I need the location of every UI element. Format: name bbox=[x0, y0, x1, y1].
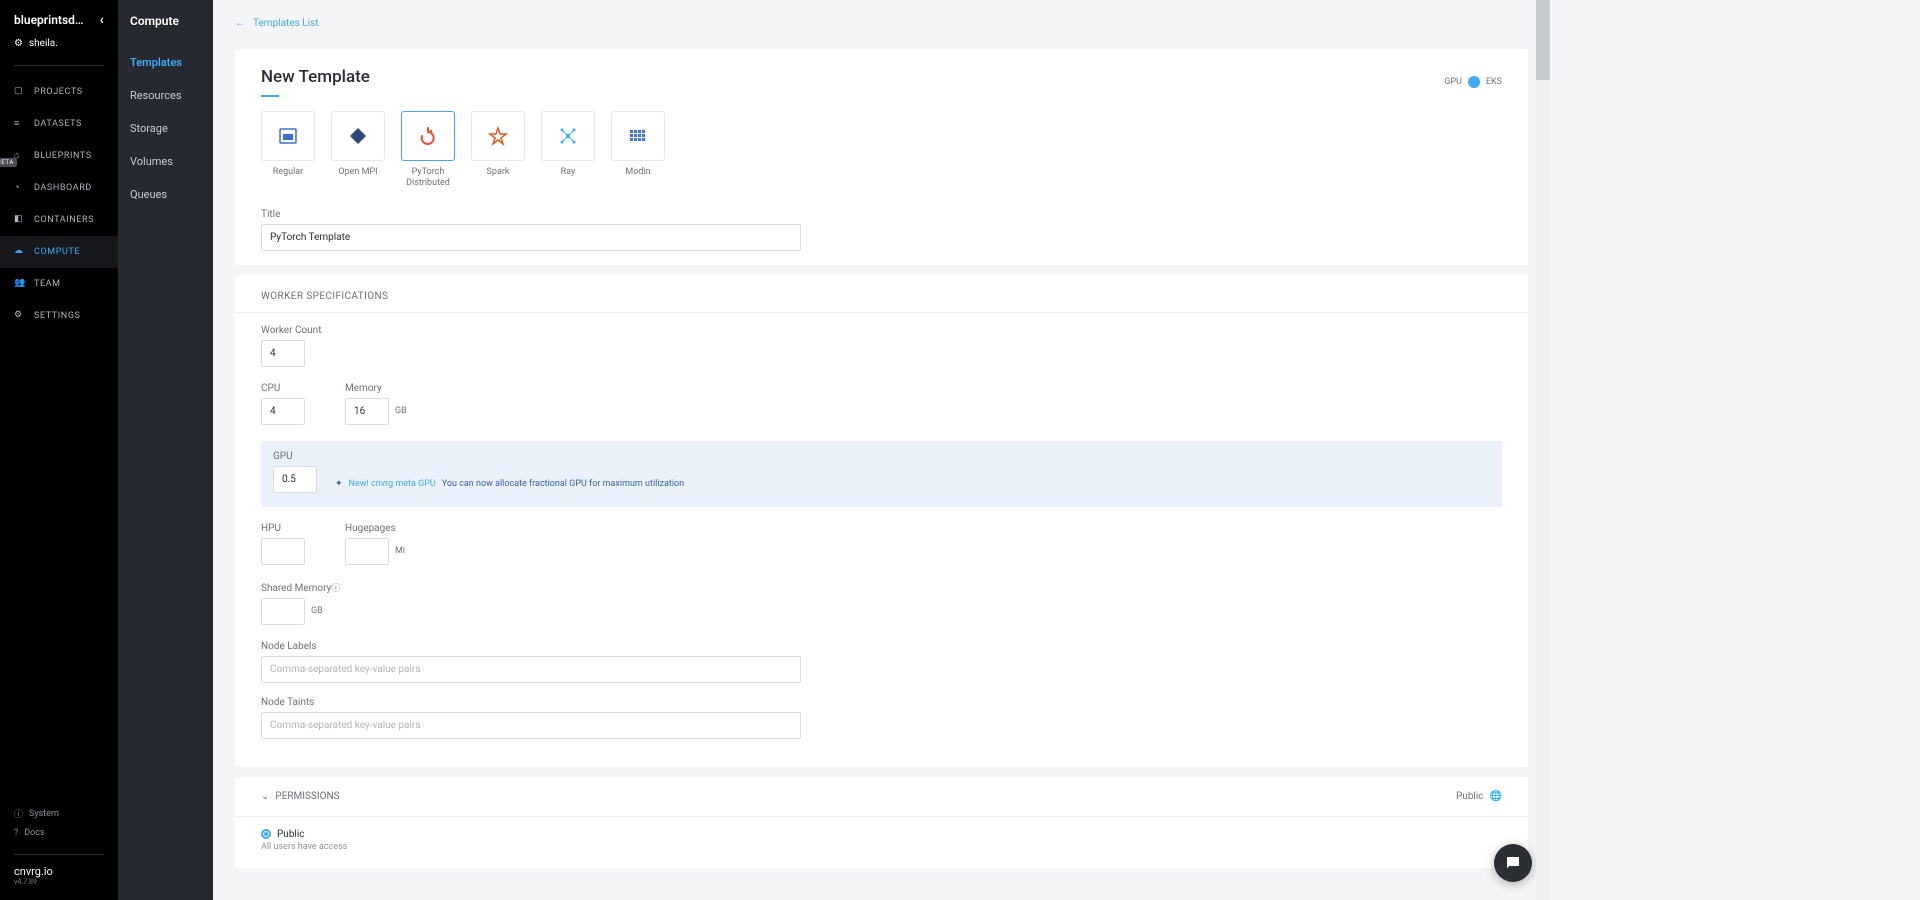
docs-icon: ? bbox=[14, 828, 18, 838]
containers-icon: ◧ bbox=[14, 214, 26, 226]
template-card: New Template GPU EKS Regular Open MPI bbox=[235, 49, 1528, 265]
dashboard-icon: ◔ bbox=[14, 182, 26, 194]
shared-memory-unit: GB bbox=[311, 606, 323, 616]
current-user[interactable]: ⚙ sheila. bbox=[14, 38, 104, 49]
page-title: New Template bbox=[261, 67, 370, 97]
template-type-tiles: Regular Open MPI PyTorch Distributed Spa… bbox=[235, 111, 1528, 209]
subnav-storage[interactable]: Storage bbox=[118, 112, 213, 145]
workspace-name: blueprintsd… bbox=[14, 13, 84, 27]
sparkle-icon: ✦ bbox=[335, 479, 343, 489]
arrow-left-icon: ← bbox=[235, 18, 245, 29]
tile-spark[interactable]: Spark bbox=[471, 111, 525, 178]
gpu-tip: ✦ New! cnvrg meta GPU You can now alloca… bbox=[327, 475, 692, 493]
gear-icon: ⚙ bbox=[14, 38, 23, 49]
nav-projects[interactable]: ▢PROJECTS bbox=[0, 76, 118, 108]
team-icon: 👥 bbox=[14, 278, 26, 290]
pytorch-icon bbox=[418, 126, 438, 146]
nav-datasets[interactable]: ≡DATASETS bbox=[0, 108, 118, 140]
hpu-input[interactable] bbox=[261, 538, 305, 565]
hugepages-unit: Mi bbox=[395, 546, 405, 556]
nav-containers[interactable]: ◧CONTAINERS bbox=[0, 204, 118, 236]
permission-public-option[interactable]: Public bbox=[261, 829, 1502, 840]
hpu-label: HPU bbox=[261, 523, 305, 534]
cpu-label: CPU bbox=[261, 383, 305, 394]
nav-settings[interactable]: ⚙SETTINGS bbox=[0, 300, 118, 332]
spark-icon bbox=[488, 126, 508, 146]
shared-memory-label: Shared Memoryⓘ bbox=[261, 581, 340, 594]
node-labels-input[interactable] bbox=[261, 656, 801, 683]
permission-public-desc: All users have access bbox=[261, 842, 1502, 852]
memory-label: Memory bbox=[345, 383, 407, 394]
settings-icon: ⚙ bbox=[14, 310, 26, 322]
permissions-right-label: Public bbox=[1456, 791, 1484, 802]
nav-dashboard[interactable]: ◔DASHBOARD bbox=[0, 172, 118, 204]
nav-docs[interactable]: ?Docs bbox=[14, 824, 104, 842]
modin-icon bbox=[628, 126, 648, 146]
divider bbox=[14, 65, 104, 66]
globe-icon: 🌐 bbox=[1490, 791, 1502, 802]
memory-input[interactable] bbox=[345, 398, 389, 425]
node-taints-label: Node Taints bbox=[261, 697, 1502, 708]
subnav-volumes[interactable]: Volumes bbox=[118, 145, 213, 178]
openmpi-icon bbox=[348, 126, 368, 146]
tile-pytorch[interactable]: PyTorch Distributed bbox=[401, 111, 455, 189]
hugepages-label: Hugepages bbox=[345, 523, 405, 534]
projects-icon: ▢ bbox=[14, 86, 26, 98]
back-link[interactable]: ← Templates List bbox=[213, 0, 1550, 39]
node-taints-input[interactable] bbox=[261, 712, 801, 739]
scroll-thumb[interactable] bbox=[1536, 0, 1550, 80]
primary-sidebar: blueprintsd… ‹ ⚙ sheila. ▢PROJECTS ≡DATA… bbox=[0, 0, 118, 900]
cluster-dot-icon bbox=[1468, 76, 1480, 88]
datasets-icon: ≡ bbox=[14, 118, 26, 130]
tile-ray[interactable]: Ray bbox=[541, 111, 595, 178]
worker-section-title: WORKER SPECIFICATIONS bbox=[235, 275, 1528, 313]
main-content: ← Templates List New Template GPU EKS Re… bbox=[213, 0, 1550, 900]
chat-icon bbox=[1504, 854, 1522, 872]
user-name: sheila. bbox=[29, 38, 58, 49]
brand: cnvrg.io v4.7.89 bbox=[14, 854, 104, 886]
nav-blueprints[interactable]: ⌂BLUEPRINTSBETA bbox=[0, 140, 118, 172]
worker-count-label: Worker Count bbox=[261, 325, 321, 336]
permissions-card: ⌄ PERMISSIONS Public 🌐 Public All users … bbox=[235, 777, 1528, 868]
tile-regular[interactable]: Regular bbox=[261, 111, 315, 178]
nav-system[interactable]: ⓘSystem bbox=[14, 803, 104, 824]
regular-icon bbox=[278, 126, 298, 146]
subnav-templates[interactable]: Templates bbox=[118, 46, 213, 79]
workspace-switcher[interactable]: blueprintsd… ‹ bbox=[14, 12, 104, 28]
hugepages-input[interactable] bbox=[345, 538, 389, 565]
chat-launcher[interactable] bbox=[1494, 844, 1532, 882]
worker-count-input[interactable] bbox=[261, 340, 305, 367]
page-scrollbar[interactable] bbox=[1536, 0, 1550, 900]
chevron-left-icon: ‹ bbox=[100, 12, 104, 28]
cpu-input[interactable] bbox=[261, 398, 305, 425]
nav-team[interactable]: 👥TEAM bbox=[0, 268, 118, 300]
memory-unit: GB bbox=[395, 406, 407, 416]
title-label: Title bbox=[261, 209, 1502, 220]
worker-card: WORKER SPECIFICATIONS Worker Count CPU M… bbox=[235, 275, 1528, 767]
node-labels-label: Node Labels bbox=[261, 641, 1502, 652]
beta-badge: BETA bbox=[0, 158, 17, 167]
tile-openmpi[interactable]: Open MPI bbox=[331, 111, 385, 178]
compute-icon: ☁ bbox=[14, 246, 26, 258]
nav-compute[interactable]: ☁COMPUTE bbox=[0, 236, 118, 268]
title-input[interactable] bbox=[261, 224, 801, 251]
gpu-tip-link[interactable]: New! cnvrg meta GPU bbox=[349, 479, 436, 489]
secondary-title: Compute bbox=[118, 0, 213, 46]
chevron-down-icon[interactable]: ⌄ bbox=[261, 791, 269, 802]
cluster-badge: GPU EKS bbox=[1444, 76, 1502, 88]
secondary-sidebar: Compute Templates Resources Storage Volu… bbox=[118, 0, 213, 900]
radio-checked-icon bbox=[261, 829, 271, 839]
system-icon: ⓘ bbox=[14, 807, 23, 820]
tile-modin[interactable]: Modin bbox=[611, 111, 665, 178]
shared-memory-input[interactable] bbox=[261, 598, 305, 625]
subnav-queues[interactable]: Queues bbox=[118, 178, 213, 211]
permissions-title: PERMISSIONS bbox=[275, 791, 339, 802]
subnav-resources[interactable]: Resources bbox=[118, 79, 213, 112]
gpu-label: GPU bbox=[273, 451, 317, 462]
ray-icon bbox=[558, 126, 578, 146]
info-icon: ⓘ bbox=[331, 584, 340, 594]
gpu-input[interactable] bbox=[273, 466, 317, 493]
gpu-block: GPU ✦ New! cnvrg meta GPU You can now al… bbox=[261, 441, 1502, 507]
